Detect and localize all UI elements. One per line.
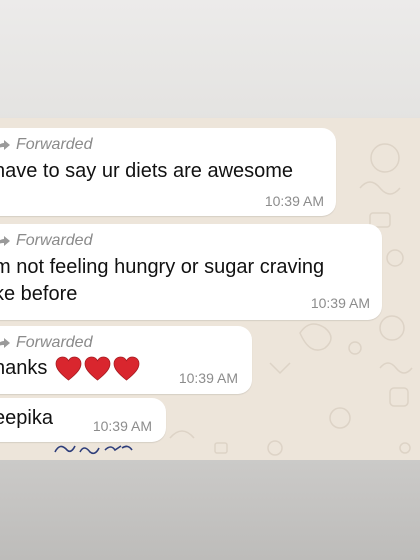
red-heart-icon (84, 357, 111, 381)
message-line: eepika (0, 407, 53, 429)
hearts-emoji (55, 355, 142, 382)
paper-background-top (0, 0, 420, 120)
message-line: m not feeling hungry or sugar craving (0, 256, 325, 278)
red-heart-icon (113, 357, 140, 381)
forward-arrow-icon (0, 236, 10, 246)
forwarded-indicator: Forwarded (0, 334, 92, 352)
message-line: ke before (0, 283, 78, 305)
message-time: 10:39 AM (178, 370, 238, 386)
message-time: 10:39 AM (92, 418, 152, 434)
message-text: eepika (0, 405, 53, 432)
forwarded-indicator: Forwarded (0, 136, 92, 154)
message-text: have to say ur diets are awesome (0, 158, 293, 185)
message-bubble[interactable]: eepika 10:39 AM (0, 398, 166, 442)
message-line: have to say ur diets are awesome (0, 160, 294, 182)
forwarded-label: Forwarded (16, 232, 93, 249)
message-time: 10:39 AM (310, 295, 370, 311)
red-heart-icon (55, 357, 82, 381)
paper-background-bottom (0, 460, 420, 560)
forward-arrow-icon (0, 140, 10, 150)
forwarded-indicator: Forwarded (0, 232, 92, 250)
message-text: m not feeling hungry or sugar craving ke… (0, 254, 324, 308)
message-bubble[interactable]: Forwarded hanks 10:39 AM (0, 326, 252, 394)
message-bubble[interactable]: Forwarded have to say ur diets are aweso… (0, 128, 336, 216)
message-text: hanks (0, 355, 142, 382)
forwarded-label: Forwarded (16, 136, 93, 153)
message-time: 10:39 AM (264, 193, 324, 209)
message-bubble[interactable]: Forwarded m not feeling hungry or sugar … (0, 224, 382, 320)
message-line: hanks (0, 357, 48, 379)
forward-arrow-icon (0, 338, 10, 348)
forwarded-label: Forwarded (16, 334, 93, 351)
